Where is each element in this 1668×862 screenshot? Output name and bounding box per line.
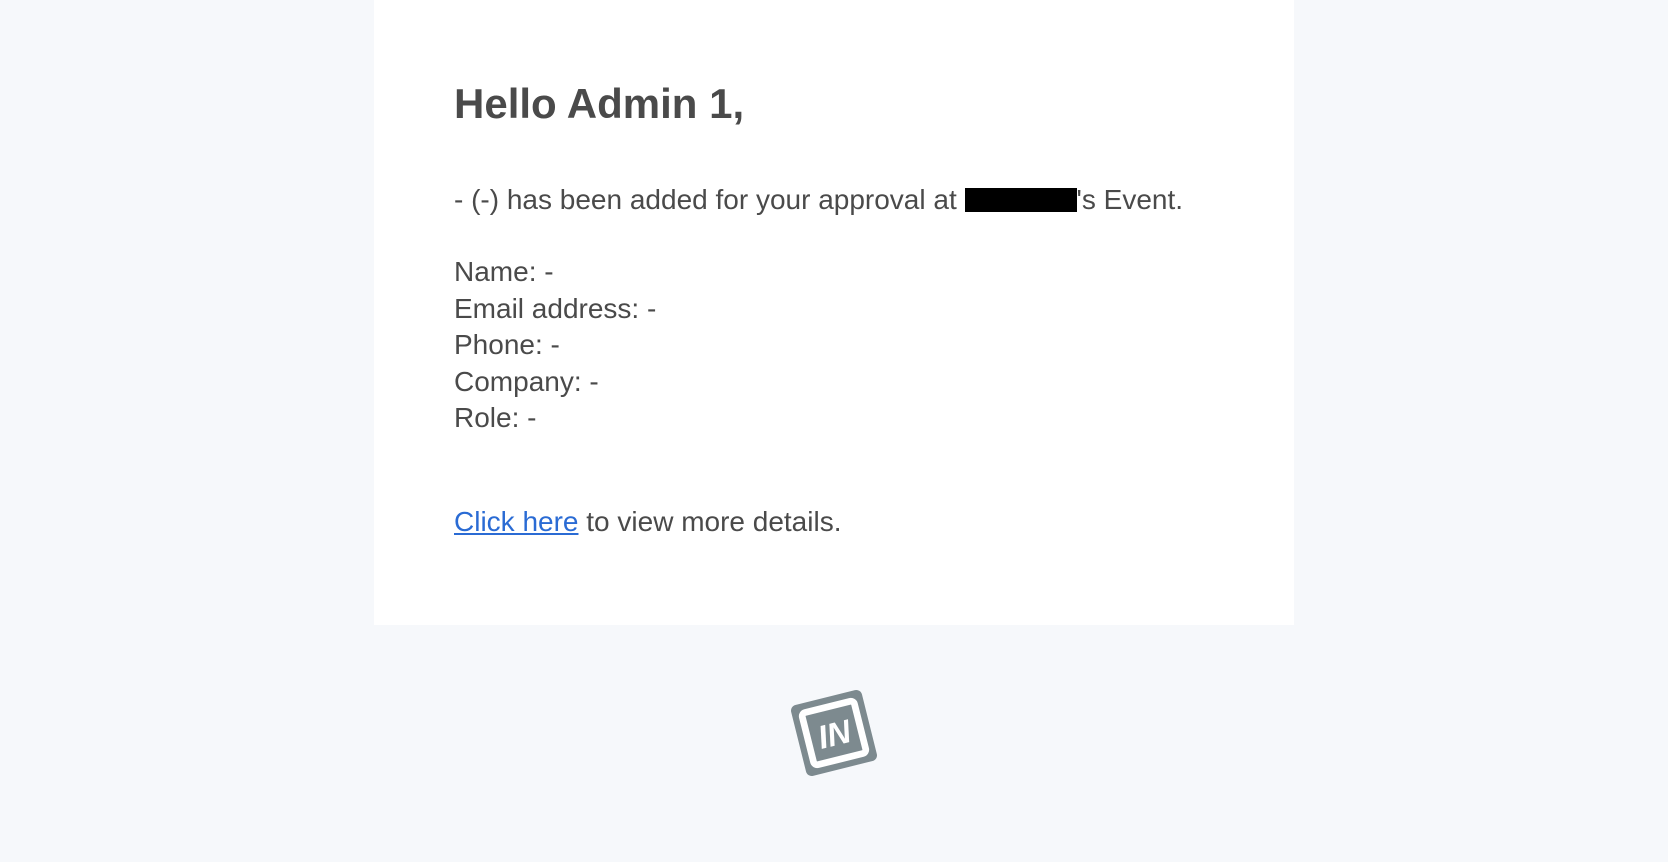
name-value: - bbox=[544, 256, 553, 287]
details-fields: Name: - Email address: - Phone: - Compan… bbox=[454, 254, 1214, 436]
role-label: Role: bbox=[454, 402, 527, 433]
field-phone: Phone: - bbox=[454, 327, 1214, 363]
approval-prefix: - (-) has been added for your approval a… bbox=[454, 184, 965, 215]
phone-label: Phone: bbox=[454, 329, 551, 360]
cta-line: Click here to view more details. bbox=[454, 506, 1214, 538]
field-email: Email address: - bbox=[454, 291, 1214, 327]
company-label: Company: bbox=[454, 366, 589, 397]
company-value: - bbox=[589, 366, 598, 397]
name-label: Name: bbox=[454, 256, 544, 287]
email-card: Hello Admin 1, - (-) has been added for … bbox=[374, 0, 1294, 625]
field-company: Company: - bbox=[454, 364, 1214, 400]
field-name: Name: - bbox=[454, 254, 1214, 290]
cta-suffix: to view more details. bbox=[578, 506, 841, 537]
brand-logo-icon: IN bbox=[786, 685, 882, 781]
view-details-link[interactable]: Click here bbox=[454, 506, 578, 537]
redacted-name bbox=[965, 188, 1077, 212]
field-role: Role: - bbox=[454, 400, 1214, 436]
email-value: - bbox=[647, 293, 656, 324]
role-value: - bbox=[527, 402, 536, 433]
approval-suffix: 's Event. bbox=[1077, 184, 1184, 215]
greeting-heading: Hello Admin 1, bbox=[454, 80, 1214, 128]
phone-value: - bbox=[551, 329, 560, 360]
email-label: Email address: bbox=[454, 293, 647, 324]
approval-notice: - (-) has been added for your approval a… bbox=[454, 182, 1214, 218]
footer-logo-area: IN bbox=[0, 685, 1668, 781]
